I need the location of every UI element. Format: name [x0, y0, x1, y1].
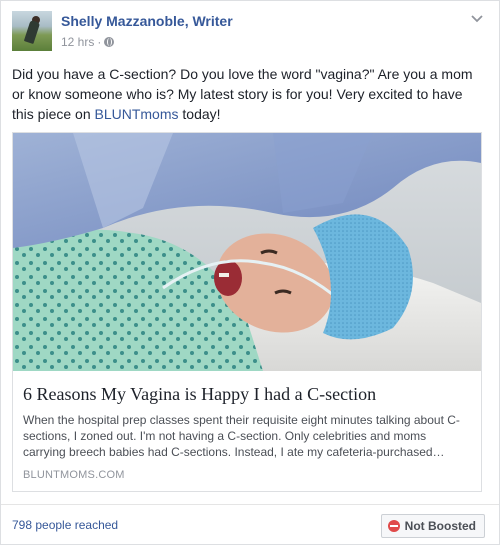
- not-boosted-button[interactable]: Not Boosted: [380, 514, 485, 538]
- post-timestamp[interactable]: 12 hrs: [61, 35, 94, 49]
- author-name[interactable]: Shelly Mazzanoble, Writer: [61, 13, 233, 29]
- link-description: When the hospital prep classes spent the…: [23, 413, 460, 459]
- meta-separator: ·: [97, 35, 102, 49]
- avatar-figure-body: [23, 19, 41, 45]
- link-preview-body: 6 Reasons My Vagina is Happy I had a C-s…: [23, 383, 471, 481]
- post-meta: 12 hrs ·: [61, 35, 115, 49]
- post-text-after-link: today!: [178, 106, 221, 122]
- link-domain: BLUNTMOMS.COM: [23, 469, 125, 481]
- post-body: Did you have a C-section? Do you love th…: [12, 64, 486, 124]
- post-header: Shelly Mazzanoble, Writer 12 hrs ·: [12, 11, 489, 55]
- post-text-before-link: Did you have a C-section? Do you love th…: [12, 66, 473, 122]
- link-preview-card[interactable]: 6 Reasons My Vagina is Happy I had a C-s…: [12, 132, 482, 492]
- globe-icon[interactable]: [104, 37, 115, 47]
- post-card: Shelly Mazzanoble, Writer 12 hrs · Did y…: [0, 0, 500, 545]
- link-title[interactable]: 6 Reasons My Vagina is Happy I had a C-s…: [23, 383, 471, 405]
- author-avatar[interactable]: [12, 11, 52, 51]
- link-preview-image[interactable]: [13, 133, 481, 371]
- boost-label: Not Boosted: [404, 519, 476, 533]
- people-reached[interactable]: 798 people reached: [12, 518, 118, 532]
- bluntmoms-link[interactable]: BLUNTmoms: [95, 106, 179, 122]
- post-footer: 798 people reached Not Boosted: [1, 504, 499, 547]
- preview-photo: [13, 133, 481, 371]
- chevron-down-icon[interactable]: [469, 11, 485, 27]
- no-entry-icon: [387, 520, 400, 532]
